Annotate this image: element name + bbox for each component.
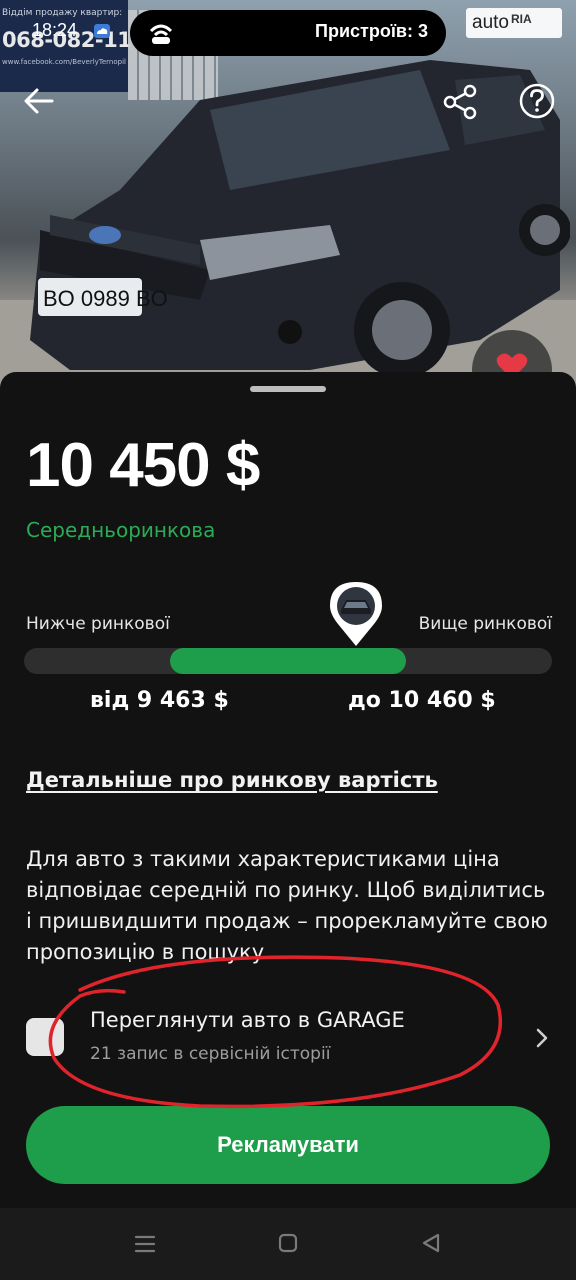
- market-range-fill: [170, 648, 406, 674]
- nav-back-icon[interactable]: [420, 1232, 442, 1254]
- recent-apps-icon[interactable]: [134, 1233, 156, 1255]
- cloud-icon: [94, 24, 110, 38]
- market-details-link[interactable]: Детальніше про ринкову вартість: [26, 768, 438, 792]
- garage-subtitle: 21 запис в сервісній історії: [90, 1044, 331, 1064]
- system-nav-bar: [0, 1208, 576, 1280]
- sheet-handle[interactable]: [250, 386, 326, 392]
- share-icon[interactable]: [442, 84, 478, 120]
- range-to: до 10 460 $: [348, 688, 496, 713]
- price-position-marker: [330, 582, 382, 646]
- price: 10 450 $: [26, 431, 260, 500]
- market-description: Для авто з такими характеристиками ціна …: [26, 847, 548, 964]
- billboard-top-text: Віддім продажу квартир:: [2, 8, 123, 18]
- status-pill[interactable]: Пристроїв: 3: [130, 10, 446, 56]
- license-plate: BO 0989 BO: [43, 286, 168, 311]
- price-sheet: 10 450 $ Середньоринкова Нижче ринкової …: [0, 372, 576, 1208]
- autoria-watermark: auto RIA: [466, 8, 562, 38]
- devices-count: Пристроїв: 3: [315, 21, 428, 41]
- range-from: від 9 463 $: [90, 688, 229, 713]
- chevron-right-icon: [536, 1028, 548, 1048]
- below-market-label: Нижче ринкової: [26, 614, 170, 634]
- above-market-label: Вище ринкової: [418, 614, 552, 634]
- hotspot-icon: [149, 24, 173, 44]
- status-time: 18:24: [32, 20, 78, 40]
- help-icon[interactable]: [518, 82, 556, 120]
- back-arrow-icon[interactable]: [22, 84, 56, 118]
- garage-title: Переглянути авто в GARAGE: [90, 1008, 405, 1032]
- watermark-ria: RIA: [510, 12, 532, 26]
- garage-row[interactable]: Переглянути авто в GARAGE 21 запис в сер…: [0, 984, 576, 1094]
- market-range-bar: [24, 648, 552, 674]
- promote-button[interactable]: Рекламувати: [26, 1106, 550, 1184]
- market-status: Середньоринкова: [26, 518, 216, 542]
- home-icon[interactable]: [277, 1232, 299, 1254]
- watermark-auto: auto: [472, 12, 509, 33]
- garage-icon: [26, 1018, 64, 1056]
